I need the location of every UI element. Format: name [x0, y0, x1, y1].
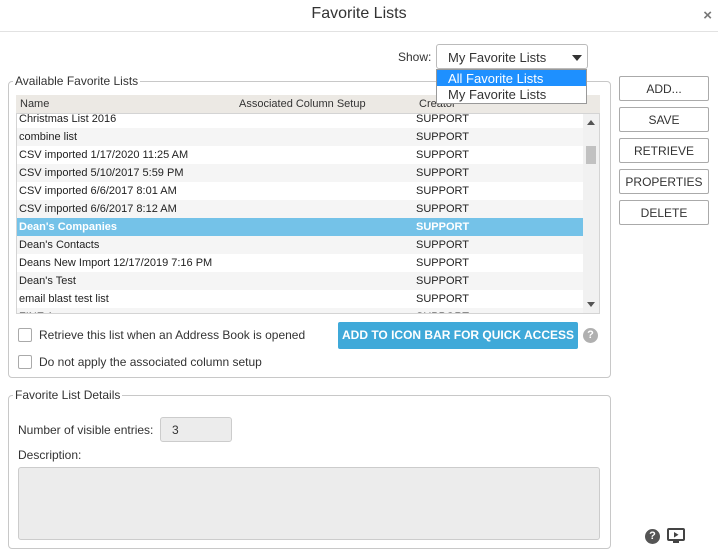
table-row[interactable]: CSV imported 5/10/2017 5:59 PM SUPPORT	[17, 164, 584, 182]
vertical-scrollbar[interactable]	[583, 114, 599, 313]
column-header-name[interactable]: Name	[20, 98, 49, 110]
row-name: CSV imported 6/6/2017 8:12 AM	[19, 203, 177, 215]
scroll-thumb[interactable]	[586, 146, 596, 164]
details-title: Favorite List Details	[13, 388, 123, 402]
show-select-value: My Favorite Lists	[448, 50, 547, 65]
row-creator: SUPPORT	[416, 203, 469, 215]
table-row[interactable]: Dean's Test SUPPORT	[17, 272, 584, 290]
row-creator: SUPPORT	[416, 275, 469, 287]
no-column-setup-row[interactable]: Do not apply the associated column setup	[18, 354, 262, 369]
row-creator: SUPPORT	[416, 239, 469, 251]
table-row[interactable]: Deans New Import 12/17/2019 7:16 PM SUPPO…	[17, 254, 584, 272]
row-name: CSV imported 5/10/2017 5:59 PM	[19, 167, 184, 179]
table-row[interactable]: combine list SUPPORT	[17, 128, 584, 146]
close-icon[interactable]: ×	[703, 7, 712, 24]
row-creator: SUPPORT	[416, 113, 469, 125]
available-lists-title: Available Favorite Lists	[13, 74, 141, 88]
row-name: combine list	[19, 131, 78, 143]
entries-field[interactable]: 3	[160, 417, 232, 442]
delete-button[interactable]: DELETE	[619, 200, 709, 225]
row-name: Dean's Companies	[19, 221, 117, 233]
show-select[interactable]: My Favorite Lists	[436, 44, 588, 69]
help-icon[interactable]: ?	[645, 529, 660, 544]
help-icon[interactable]: ?	[583, 328, 598, 343]
row-creator: SUPPORT	[416, 311, 469, 313]
grid-rows: Christmas List 2016 SUPPORT combine list SU…	[17, 113, 584, 313]
retrieve-button[interactable]: RETRIEVE	[619, 138, 709, 163]
table-row[interactable]: FINE 1 SUPPORT	[17, 308, 584, 313]
table-row[interactable]: Dean's Companies SUPPORT	[17, 218, 584, 236]
video-tutorial-icon[interactable]	[667, 528, 685, 544]
table-row[interactable]: Christmas List 2016 SUPPORT	[17, 113, 584, 128]
table-row[interactable]: Dean's Contacts SUPPORT	[17, 236, 584, 254]
row-creator: SUPPORT	[416, 131, 469, 143]
row-name: Christmas List 2016	[19, 113, 117, 125]
row-name: Dean's Test	[19, 275, 76, 287]
table-row[interactable]: CSV imported 1/17/2020 11:25 AM SUPPORT	[17, 146, 584, 164]
row-creator: SUPPORT	[416, 149, 469, 161]
save-button[interactable]: SAVE	[619, 107, 709, 132]
row-name: CSV imported 6/6/2017 8:01 AM	[19, 185, 177, 197]
row-creator: SUPPORT	[416, 293, 469, 305]
row-creator: SUPPORT	[416, 167, 469, 179]
table-row[interactable]: email blast test list SUPPORT	[17, 290, 584, 308]
table-row[interactable]: CSV imported 6/6/2017 8:01 AM SUPPORT	[17, 182, 584, 200]
properties-button[interactable]: PROPERTIES	[619, 169, 709, 194]
title-bar: Favorite Lists ×	[0, 0, 718, 32]
description-label: Description:	[18, 448, 82, 462]
row-name: Deans New Import 12/17/2019 7:16 PM	[19, 257, 213, 269]
row-creator: SUPPORT	[416, 185, 469, 197]
retrieve-on-open-label: Retrieve this list when an Address Book …	[39, 327, 306, 342]
show-label: Show:	[398, 50, 432, 64]
scroll-down-icon[interactable]	[587, 302, 595, 307]
retrieve-on-open-checkbox[interactable]	[18, 327, 32, 342]
scroll-up-icon[interactable]	[587, 120, 595, 125]
add-to-icon-bar-button[interactable]: ADD TO ICON BAR FOR QUICK ACCESS	[338, 322, 578, 349]
retrieve-on-open-row[interactable]: Retrieve this list when an Address Book …	[18, 327, 305, 342]
row-name: FINE 1	[19, 311, 53, 313]
add-button[interactable]: ADD...	[619, 76, 709, 101]
row-name: CSV imported 1/17/2020 11:25 AM	[19, 149, 189, 161]
show-option-all[interactable]: All Favorite Lists	[437, 70, 586, 86]
window-title: Favorite Lists	[311, 5, 407, 22]
no-column-setup-label: Do not apply the associated column setup	[39, 354, 262, 369]
row-name: Dean's Contacts	[19, 239, 100, 251]
row-creator: SUPPORT	[416, 257, 469, 269]
show-dropdown: All Favorite Lists My Favorite Lists	[436, 69, 587, 104]
chevron-down-icon	[572, 55, 582, 61]
no-column-setup-checkbox[interactable]	[18, 354, 32, 369]
table-row[interactable]: CSV imported 6/6/2017 8:12 AM SUPPORT	[17, 200, 584, 218]
show-option-my[interactable]: My Favorite Lists	[437, 86, 586, 102]
favorite-lists-grid: Christmas List 2016 SUPPORT combine list SU…	[16, 113, 600, 314]
row-creator: SUPPORT	[416, 221, 470, 233]
row-name: email blast test list	[19, 293, 109, 305]
entries-label: Number of visible entries:	[18, 423, 154, 437]
column-header-column-setup[interactable]: Associated Column Setup	[239, 98, 366, 110]
description-field[interactable]	[18, 467, 600, 540]
